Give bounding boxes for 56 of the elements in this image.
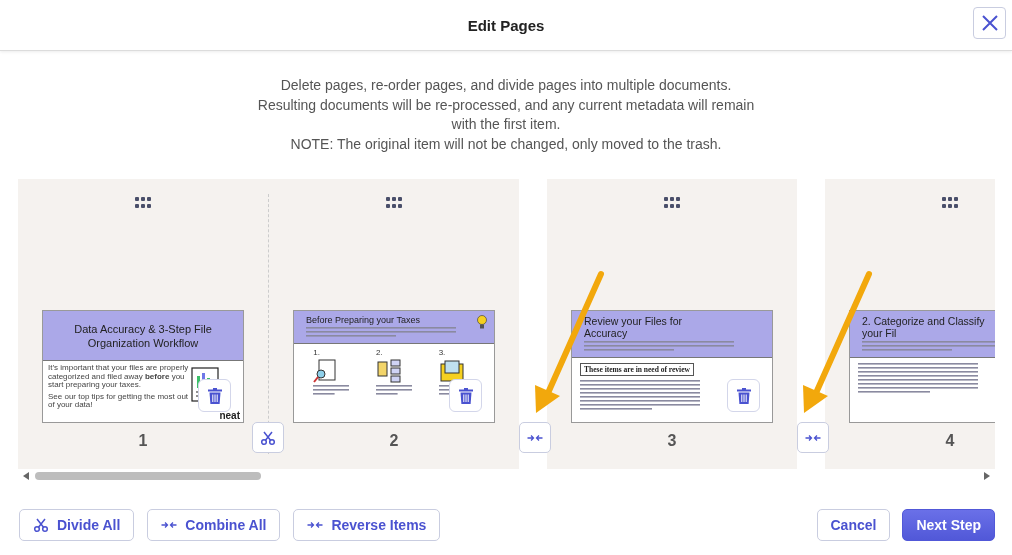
delete-page-button[interactable] — [449, 379, 482, 412]
lightbulb-icon — [476, 314, 488, 330]
delete-page-button[interactable] — [727, 379, 760, 412]
page-title: Before Preparing your Taxes — [306, 315, 421, 325]
scroll-left-icon[interactable] — [23, 472, 29, 480]
divide-button[interactable] — [252, 422, 284, 453]
scissors-icon — [33, 517, 49, 533]
merge-arrows-icon — [527, 432, 543, 443]
merge-arrows-icon — [161, 520, 178, 530]
page-title: 2. Categorize and Classify your Fil — [862, 315, 986, 339]
page-number: 1 — [138, 432, 148, 450]
page-number: 2 — [389, 432, 399, 450]
drag-handle-icon[interactable] — [664, 197, 680, 209]
instructions-text: Delete pages, re-order pages, and divide pages into multiple documents. — [279, 76, 733, 95]
combine-button[interactable] — [797, 422, 829, 453]
close-icon — [981, 15, 998, 31]
toolbar-button[interactable]: Combine All — [147, 509, 281, 541]
drag-handle-icon[interactable] — [942, 197, 958, 209]
trash-icon — [458, 387, 473, 404]
step-illustration-icon — [376, 359, 402, 383]
cancel-button[interactable]: Cancel — [816, 509, 891, 541]
step-illustration-icon — [438, 359, 465, 383]
dialog-title: Edit Pages — [467, 16, 545, 34]
step-number: 3. — [438, 348, 446, 357]
blurred-text-drawing — [376, 385, 412, 397]
page-thumbnail[interactable]: Before Preparing your Taxes 1. 2. 3. — [293, 310, 495, 423]
scissors-icon — [260, 429, 276, 446]
combine-button[interactable] — [519, 422, 551, 453]
next-step-button[interactable]: Next Step — [902, 509, 995, 541]
page-paragraph: It’s important that your files are properly categorized and filed away before you start preparing your taxes. — [48, 364, 190, 390]
drag-handle-icon[interactable] — [386, 197, 402, 209]
brand-logo: neat — [219, 410, 240, 421]
page-thumbnail[interactable] — [42, 310, 244, 423]
trash-icon — [207, 387, 222, 404]
merge-arrows-icon — [805, 432, 821, 443]
step-number: 1. — [313, 348, 320, 357]
scrollbar-thumb[interactable] — [35, 472, 261, 480]
instructions-text: with the first item. — [450, 115, 562, 134]
page-number: 4 — [945, 432, 955, 450]
page-title: Data Accuracy & 3-Step File Organization Workflow — [73, 321, 213, 350]
trash-icon — [736, 387, 751, 404]
toolbar-button[interactable]: Divide All — [19, 509, 135, 541]
close-button[interactable] — [973, 7, 1006, 39]
blurred-text-drawing — [313, 385, 350, 397]
instructions-text: NOTE: The original item will not be changed, only moved to the trash. — [289, 134, 723, 154]
drag-handle-icon[interactable] — [135, 197, 151, 209]
toolbar-button[interactable]: Reverse Items — [293, 509, 441, 541]
instructions-text: Resulting documents will be re-processed, and any current metadata will remain — [256, 95, 756, 115]
step-number: 2. — [376, 348, 383, 357]
page-title: Review your Files for Accuracy — [584, 315, 684, 339]
page-paragraph: See our top tips for getting the most out of your data! — [48, 392, 190, 410]
page-number: 3 — [667, 432, 677, 450]
page-thumbnail[interactable]: 2. Categorize and Classify your Fil — [849, 310, 995, 423]
delete-page-button[interactable] — [198, 379, 231, 412]
merge-arrows-icon — [307, 520, 324, 530]
scroll-right-icon[interactable] — [984, 472, 990, 480]
